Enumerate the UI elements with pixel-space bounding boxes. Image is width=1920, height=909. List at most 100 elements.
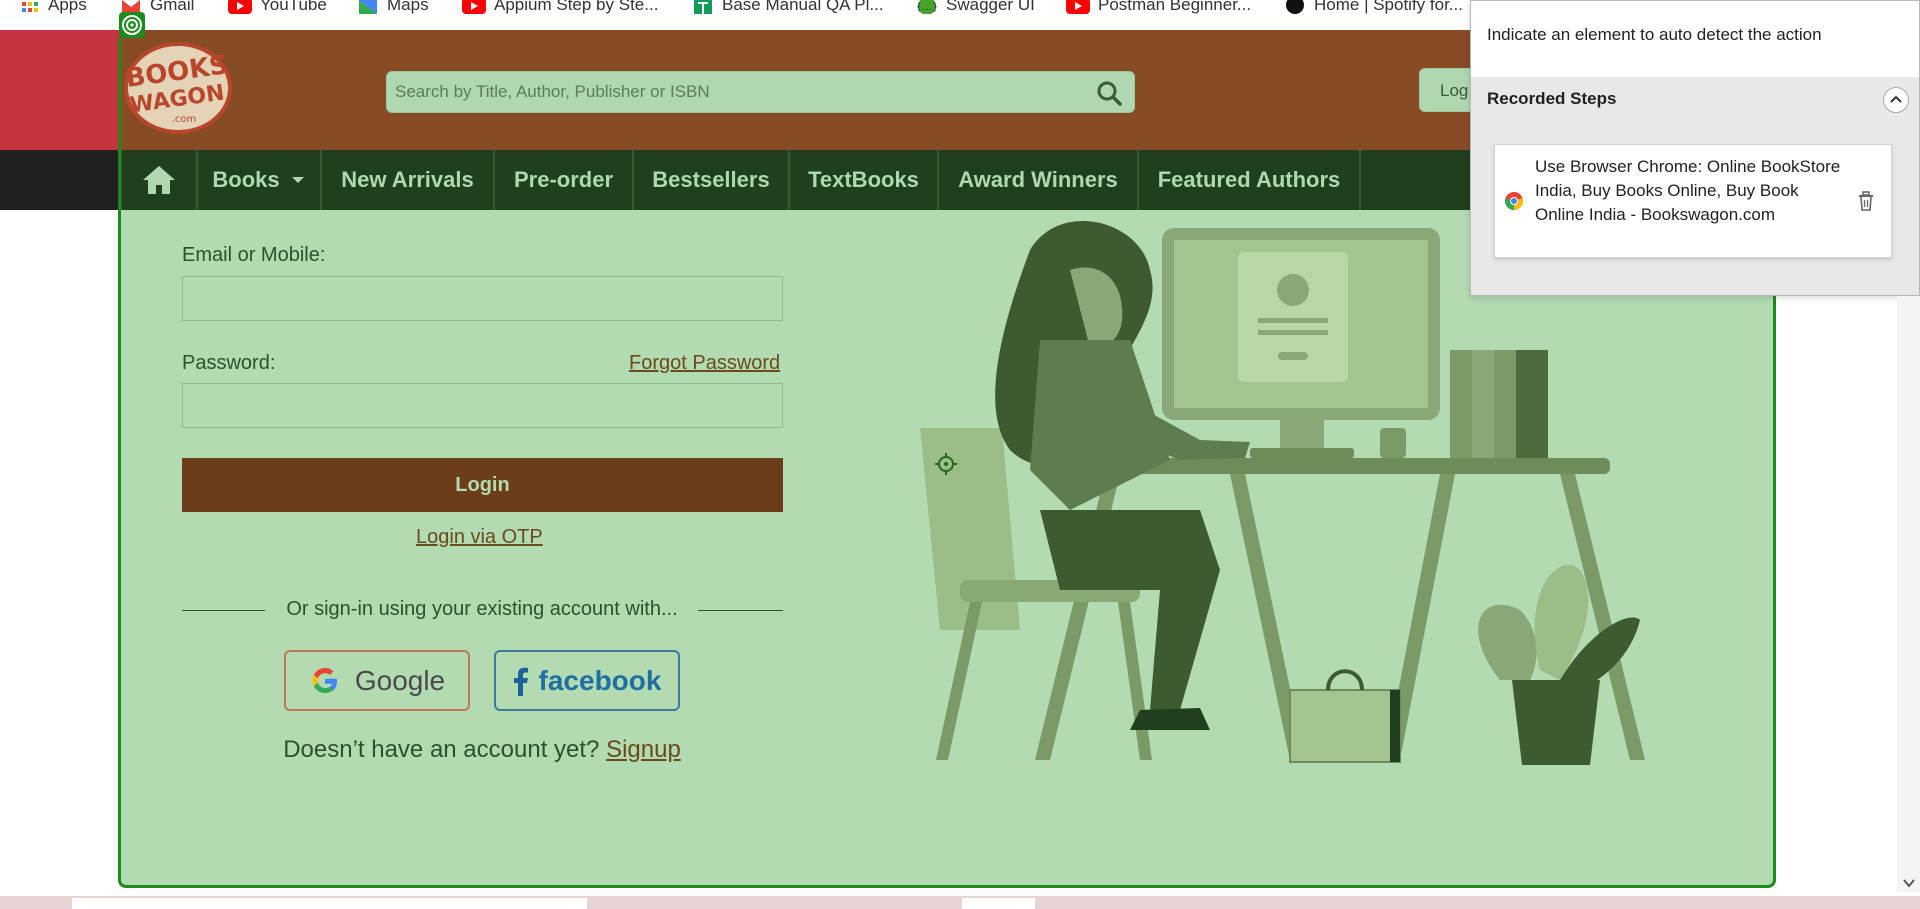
recorder-panel: Indicate an element to auto detect the a… [1470, 0, 1920, 296]
password-field-wrapper [182, 383, 783, 428]
screen-button [1278, 352, 1308, 360]
bookmark-swagger[interactable]: {…} Swagger UI [916, 0, 1035, 16]
binder [1494, 350, 1516, 458]
plant-leaf [1478, 604, 1537, 680]
scroll-down-icon[interactable] [1902, 878, 1916, 888]
screen-line [1258, 330, 1328, 335]
email-field-wrapper [182, 276, 783, 321]
taskbar-item[interactable] [72, 898, 587, 909]
google-signin-button[interactable]: Google [284, 650, 470, 711]
swagger-icon: {…} [916, 0, 938, 14]
nav-bestsellers[interactable]: Bestsellers [634, 150, 790, 210]
bookmark-label: YouTube [260, 0, 327, 14]
social-divider-text: Or sign-in using your existing account w… [286, 598, 678, 620]
bookmark-label: Appium Step by Ste... [494, 0, 659, 14]
signup-row: Doesn’t have an account yet? Signup [200, 736, 764, 764]
divider-line-left [182, 610, 265, 611]
nav-new-arrivals-label: New Arrivals [341, 167, 474, 192]
collapse-button[interactable] [1883, 87, 1909, 113]
chrome-icon [1504, 192, 1524, 211]
highlight-frame-edge [118, 38, 121, 210]
bookmark-base-manual[interactable]: Base Manual QA Pl... [692, 0, 884, 16]
bookmark-apps[interactable]: Apps [20, 0, 87, 16]
trash-icon[interactable] [1857, 191, 1875, 211]
facebook-icon [513, 667, 528, 696]
taskbar-item[interactable] [962, 898, 1035, 909]
password-field[interactable] [183, 384, 782, 427]
briefcase-handle [1326, 669, 1364, 691]
bookmark-label: Postman Beginner... [1098, 0, 1252, 14]
nav-books-label: Books [212, 167, 280, 192]
nav-featured-authors-label: Featured Authors [1157, 167, 1341, 192]
search-icon[interactable] [1096, 80, 1122, 106]
password-label: Password: [182, 352, 276, 374]
briefcase-strap [1390, 690, 1400, 762]
search-input[interactable] [395, 72, 1075, 112]
screen-line [1258, 318, 1328, 323]
google-label: Google [354, 664, 446, 696]
svg-text:{…}: {…} [916, 2, 938, 13]
bookmark-spotify[interactable]: Home | Spotify for... [1284, 0, 1463, 16]
bookmark-label: Swagger UI [946, 0, 1035, 14]
youtube-icon [228, 0, 252, 14]
nav-new-arrivals[interactable]: New Arrivals [322, 150, 495, 210]
page-scrollbar[interactable] [1897, 296, 1920, 892]
recorder-target-badge [119, 12, 145, 38]
binder [1516, 350, 1548, 458]
header-left-strip [0, 30, 120, 150]
recorded-step-text: Use Browser Chrome: Online BookStore Ind… [1535, 157, 1841, 224]
facebook-signin-button[interactable]: facebook [494, 650, 680, 711]
recorder-hint: Indicate an element to auto detect the a… [1471, 1, 1919, 77]
apps-grid-icon [22, 2, 38, 12]
nav-pre-order[interactable]: Pre-order [495, 150, 634, 210]
login-button[interactable]: Login [182, 458, 783, 512]
nav-featured-authors[interactable]: Featured Authors [1139, 150, 1361, 210]
chair-leg [1118, 602, 1152, 760]
divider-line-right [698, 610, 783, 611]
nav-pre-order-label: Pre-order [513, 167, 614, 192]
search-bar [386, 71, 1135, 113]
nav-textbooks-label: TextBooks [808, 167, 919, 192]
facebook-label: facebook [538, 664, 662, 696]
bookmark-label: Apps [48, 0, 87, 14]
plant-pot [1512, 680, 1600, 765]
home-icon [143, 166, 175, 194]
email-label: Email or Mobile: [182, 244, 326, 266]
bookmark-appium[interactable]: Appium Step by Ste... [462, 0, 658, 16]
monitor-base [1250, 448, 1354, 458]
nav-award-winners[interactable]: Award Winners [939, 150, 1139, 210]
caret-down-icon [291, 177, 304, 183]
monitor-stand [1280, 420, 1324, 450]
screen-card [1238, 252, 1348, 382]
maps-icon [359, 0, 377, 14]
bookmark-label: Base Manual QA Pl... [722, 0, 884, 14]
bookmark-label: Maps [387, 0, 429, 14]
crosshair-icon [935, 453, 957, 475]
nav-home[interactable] [120, 150, 198, 210]
nav-textbooks[interactable]: TextBooks [790, 150, 939, 210]
signup-link[interactable]: Signup [606, 736, 681, 763]
recorded-step[interactable]: Use Browser Chrome: Online BookStore Ind… [1494, 144, 1892, 258]
google-icon [312, 667, 337, 693]
youtube-icon [462, 0, 486, 14]
login-via-otp-link[interactable]: Login via OTP [416, 526, 543, 549]
bookmark-youtube[interactable]: YouTube [228, 0, 327, 16]
forgot-password-link[interactable]: Forgot Password [629, 352, 780, 375]
spotify-icon [1286, 0, 1304, 14]
logo-text-com: .com [172, 114, 197, 125]
screen-avatar [1277, 274, 1309, 306]
binder [1450, 350, 1472, 458]
no-account-text: Doesn’t have an account yet? [283, 736, 600, 763]
bookswagon-logo[interactable]: BOOKS WAGON .com [122, 40, 237, 135]
bookmark-maps[interactable]: Maps [357, 0, 429, 16]
nav-left-strip [0, 150, 120, 210]
nav-books[interactable]: Books [198, 150, 322, 210]
bookmark-postman[interactable]: Postman Beginner... [1066, 0, 1251, 16]
sheets-icon [694, 0, 712, 14]
briefcase [1289, 689, 1401, 763]
binder [1472, 350, 1494, 458]
email-field[interactable] [183, 277, 782, 320]
nav-award-winners-label: Award Winners [958, 167, 1118, 192]
nav-bestsellers-label: Bestsellers [652, 167, 770, 192]
bookmark-label: Home | Spotify for... [1314, 0, 1463, 14]
